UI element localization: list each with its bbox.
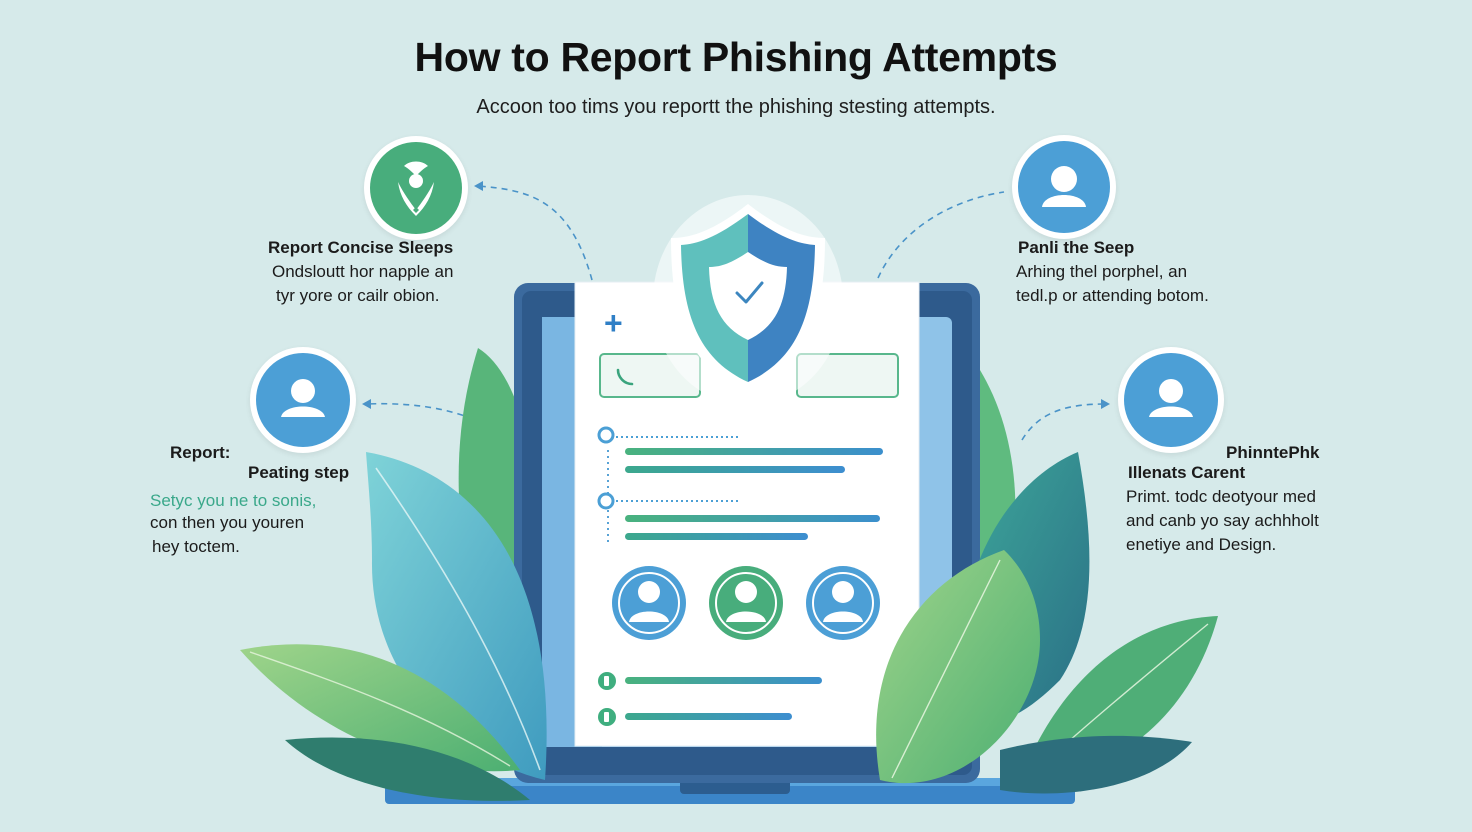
page-title: How to Report Phishing Attempts xyxy=(414,34,1058,80)
left-top-line-2: tyr yore or cailr obion. xyxy=(276,286,440,305)
avatar-row xyxy=(612,566,880,640)
right-mid-step-circle xyxy=(1118,347,1224,453)
bar xyxy=(625,677,822,684)
bar xyxy=(625,448,883,455)
user-icon xyxy=(1149,379,1193,417)
right-top-line-2: tedl.p or attending botom. xyxy=(1016,286,1209,305)
step-marker-icon xyxy=(597,492,615,510)
left-top-step-circle xyxy=(364,136,468,240)
left-top-heading: Report Concise Sleeps xyxy=(268,238,454,257)
plus-symbol: + xyxy=(604,305,623,341)
step-marker-icon xyxy=(597,426,615,444)
page-subtitle: Accoon too tims you reportt the phishing… xyxy=(476,96,996,118)
right-mid-line-1: Primt. todc deotyour med xyxy=(1126,487,1316,506)
bar xyxy=(625,466,845,473)
right-top-line-1: Arhing thel porphel, an xyxy=(1016,262,1188,281)
shield-check-icon xyxy=(653,195,843,405)
left-mid-line-1: con then you youren xyxy=(150,513,305,532)
user-icon xyxy=(1042,166,1086,207)
left-top-line-1: Ondsloutt hor napple an xyxy=(272,262,454,281)
left-mid-label: Report: xyxy=(170,443,231,462)
left-mid-line-2: hey toctem. xyxy=(152,537,240,556)
right-mid-line-3: enetiye and Design. xyxy=(1126,535,1277,554)
right-mid-heading: Illenats Carent xyxy=(1128,463,1246,482)
right-mid-line-2: and canb yo say achhholt xyxy=(1126,511,1319,530)
bar xyxy=(625,515,880,522)
left-mid-heading: Peating step xyxy=(248,463,350,482)
right-top-heading: Panli the Seep xyxy=(1018,238,1135,257)
bar xyxy=(625,713,792,720)
bar xyxy=(625,533,808,540)
leaf-front-right-dark xyxy=(1000,735,1192,794)
left-mid-highlight: Setyc you ne to sonis, xyxy=(150,491,317,510)
infographic: + How to Report Phishing Attempts Accoon… xyxy=(0,0,1472,832)
user-shield-icon xyxy=(398,161,434,216)
left-mid-step-circle xyxy=(250,347,356,453)
user-icon xyxy=(281,379,325,417)
illustration: + xyxy=(240,181,1218,804)
right-top-step-circle xyxy=(1012,135,1116,239)
